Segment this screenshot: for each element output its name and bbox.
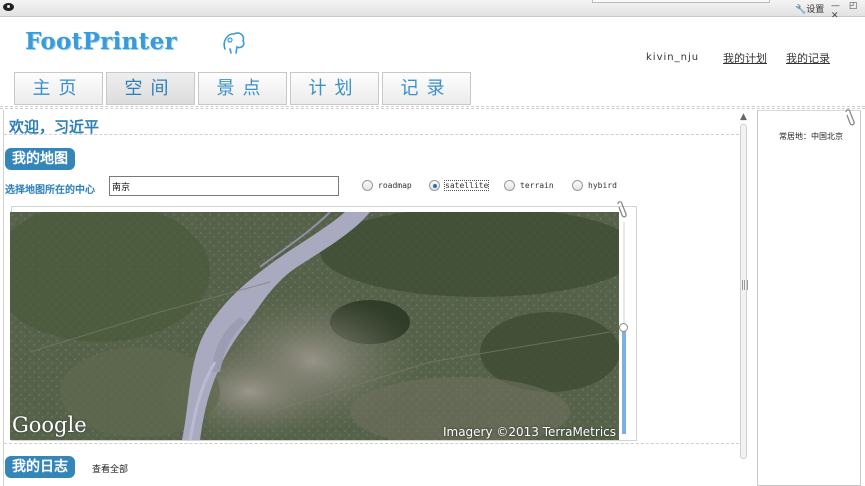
slider-handle[interactable] (619, 323, 628, 332)
window-controls[interactable]: — ◰ ✕ (831, 1, 865, 21)
username: kivin_nju (646, 52, 700, 63)
satellite-map[interactable]: Google Imagery ©2013 TerraMetrics (10, 212, 619, 440)
paperclip-icon (617, 201, 627, 218)
my-map-title: 我的地图 (5, 148, 75, 170)
view-all-link[interactable]: 查看全部 (92, 462, 128, 475)
tab-space[interactable]: 空间 (106, 72, 195, 105)
wrench-icon: 🔧 (795, 5, 807, 15)
section-divider (4, 443, 739, 444)
sidebar-panel: 常居地：中国北京 (757, 110, 861, 486)
tab-home[interactable]: 主页 (14, 72, 103, 105)
eye-icon[interactable] (3, 3, 14, 11)
tab-attractions[interactable]: 景点 (198, 72, 287, 105)
map-imagery[interactable] (10, 212, 619, 440)
main-scrollbar[interactable]: ▲ (738, 112, 750, 486)
residence-text: 常居地：中国北京 (779, 132, 843, 141)
my-record-link[interactable]: 我的记录 (786, 50, 830, 66)
radio-label: roadmap (378, 181, 412, 190)
header-divider (0, 106, 865, 107)
map-attribution: Imagery ©2013 TerraMetrics (442, 425, 616, 439)
settings-button[interactable]: 🔧设置 (795, 2, 824, 15)
radio-label: hybird (588, 181, 617, 190)
scroll-up-icon[interactable]: ▲ (740, 112, 747, 122)
slider-fill (622, 327, 626, 434)
resize-grip-icon[interactable] (742, 280, 748, 290)
scrollbar-thumb[interactable] (740, 124, 747, 459)
browser-tab[interactable] (592, 0, 770, 3)
footprint-logo-icon (223, 32, 245, 54)
google-logo[interactable]: Google (12, 413, 87, 437)
paperclip-icon (845, 109, 855, 126)
tab-plan[interactable]: 计划 (290, 72, 379, 105)
title-bar: 🔧设置 — ◰ ✕ (0, 0, 865, 21)
radio-label: satellite (443, 180, 490, 191)
settings-label: 设置 (806, 5, 825, 15)
app-logo[interactable]: FootPrinter (25, 28, 177, 55)
radio-dot[interactable] (429, 180, 440, 191)
radio-dot[interactable] (362, 180, 373, 191)
radio-dot[interactable] (572, 180, 583, 191)
section-divider (4, 134, 739, 135)
radio-label: terrain (520, 181, 554, 190)
my-journal-title: 我的日志 (5, 456, 75, 478)
map-center-input[interactable] (109, 176, 339, 196)
map-center-label: 选择地图所在的中心 (5, 185, 95, 196)
radio-dot[interactable] (504, 180, 515, 191)
app-window: 🔧设置 — ◰ ✕ FootPrinter kivin_nju 我的计划 我的记… (0, 0, 865, 486)
header-divider (0, 108, 865, 109)
my-plan-link[interactable]: 我的计划 (723, 50, 767, 66)
tab-record[interactable]: 记录 (382, 72, 471, 105)
map-zoom-slider[interactable] (619, 222, 628, 434)
